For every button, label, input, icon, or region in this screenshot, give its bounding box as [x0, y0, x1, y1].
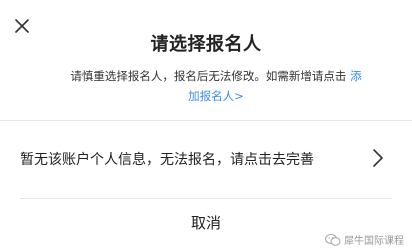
dialog-title: 请选择报名人	[150, 34, 262, 55]
missing-info-notice: 暂无该账户个人信息，无法报名，请点击去完善	[20, 152, 314, 168]
watermark-text: 犀牛国际课程	[344, 236, 404, 247]
select-registrant-sheet: 请选择报名人 请慎重选择报名人，报名后无法修改。如需新增请点击 添加报名人> 暂…	[0, 0, 412, 252]
chevron-right-icon	[371, 148, 385, 168]
watermark: 犀牛国际课程	[325, 232, 404, 247]
dialog-description: 请慎重选择报名人，报名后无法修改。如需新增请点击 添加报名人>	[70, 66, 362, 106]
complete-profile-row[interactable]: 暂无该账户个人信息，无法报名，请点击去完善	[0, 121, 412, 197]
description-text: 请慎重选择报名人，报名后无法修改。如需新增请点击	[70, 69, 351, 83]
wechat-icon	[325, 233, 341, 247]
